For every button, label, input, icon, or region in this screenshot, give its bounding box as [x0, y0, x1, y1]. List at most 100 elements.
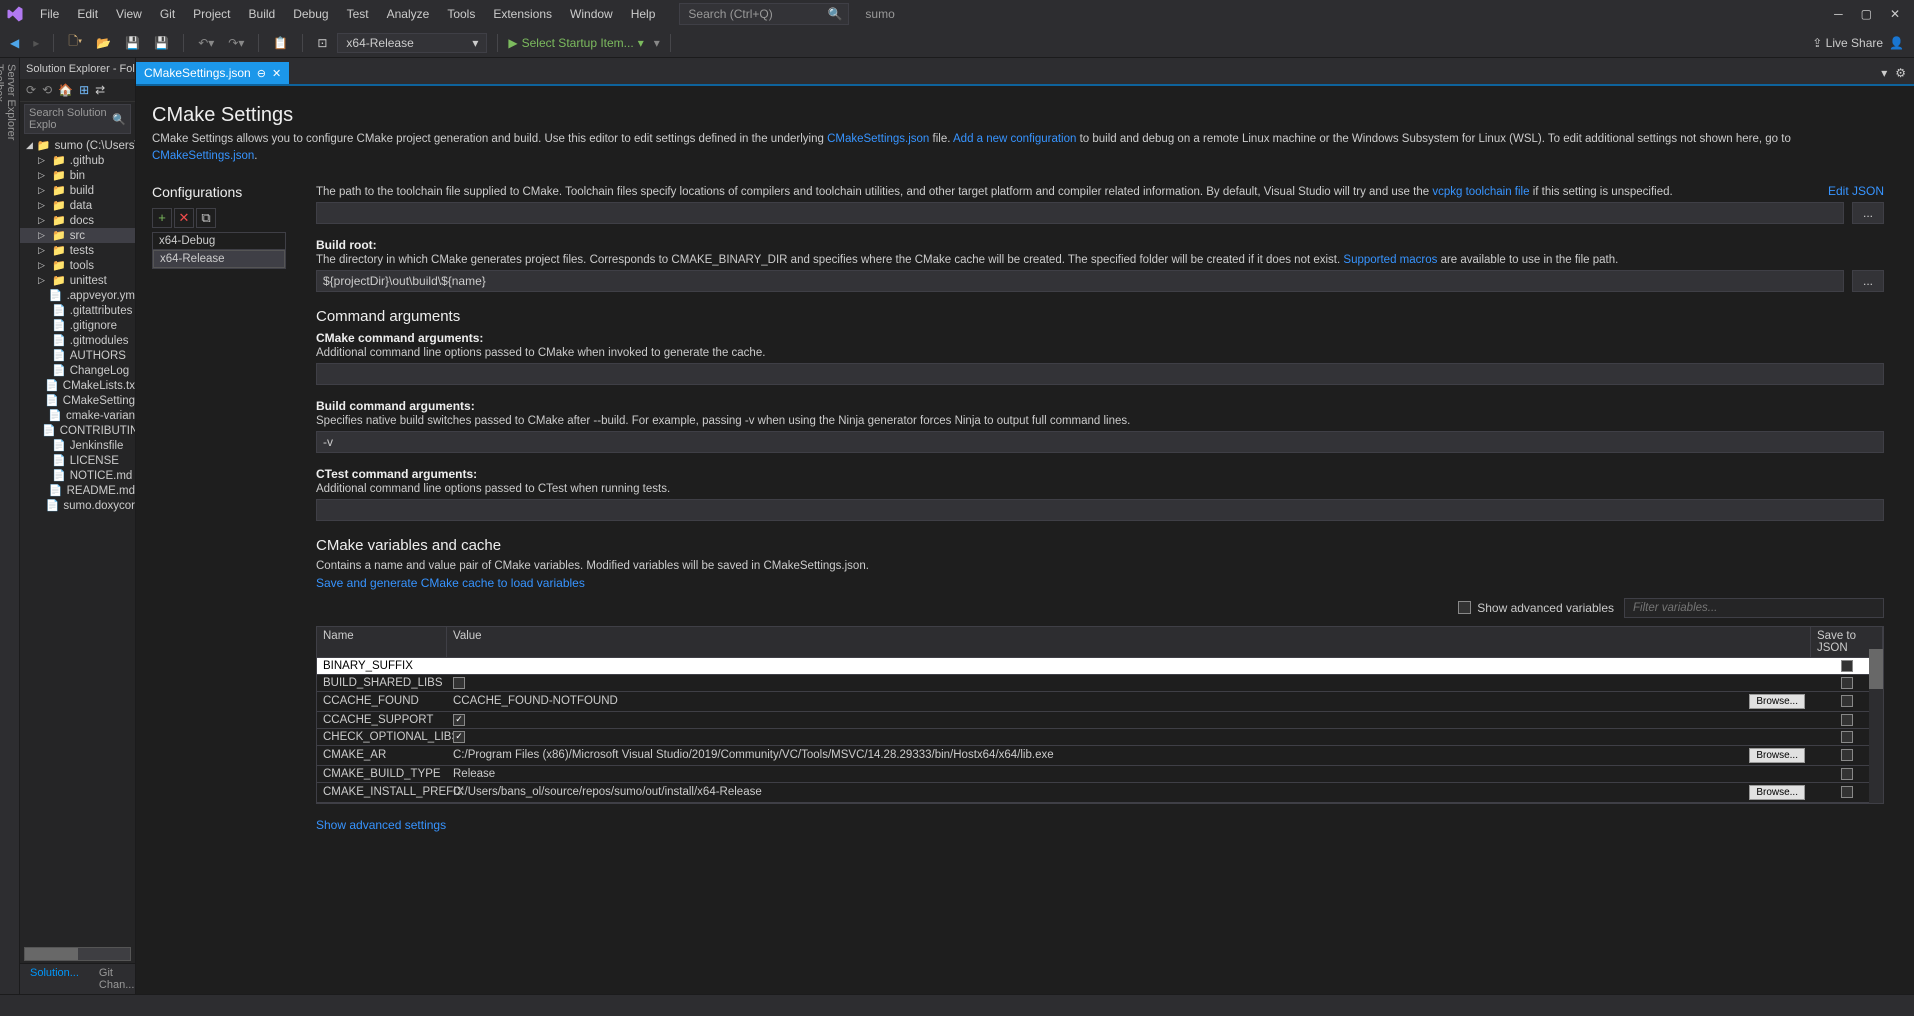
menu-edit[interactable]: Edit — [69, 3, 106, 25]
tree-item[interactable]: ▷📁data — [20, 198, 135, 213]
solution-tab[interactable]: Solution... — [20, 964, 89, 994]
tree-item[interactable]: 📄sumo.doxycor — [20, 498, 135, 513]
launch-button[interactable]: 📋 — [269, 34, 292, 52]
table-row[interactable]: BINARY_SUFFIX — [317, 658, 1883, 675]
menu-help[interactable]: Help — [623, 3, 664, 25]
menu-debug[interactable]: Debug — [285, 3, 336, 25]
edit-json-link[interactable]: Edit JSON — [1828, 184, 1884, 198]
value-checkbox[interactable] — [453, 714, 465, 726]
toolchain-input[interactable] — [316, 202, 1844, 224]
browse-button[interactable]: ... — [1852, 202, 1884, 224]
tree-item[interactable]: ◢📁sumo (C:\Users\b — [20, 138, 135, 153]
table-scrollbar[interactable] — [1869, 649, 1883, 803]
target-button[interactable]: ⊡ — [313, 34, 331, 52]
table-row[interactable]: BUILD_SHARED_LIBS — [317, 675, 1883, 692]
saveall-button[interactable]: 💾 — [150, 34, 173, 52]
editor-tab[interactable]: CMakeSettings.json ⊖ ✕ — [136, 62, 289, 84]
cmake-args-input[interactable] — [316, 363, 1884, 385]
tree-item[interactable]: 📄README.md — [20, 483, 135, 498]
minimize-icon[interactable]: ─ — [1834, 7, 1843, 21]
nav-fwd-button[interactable]: ▸ — [29, 34, 43, 52]
tree-item[interactable]: 📄LICENSE — [20, 453, 135, 468]
table-row[interactable]: CMAKE_BUILD_TYPERelease — [317, 766, 1883, 783]
pin-icon[interactable]: ⊖ — [257, 67, 266, 80]
save-checkbox[interactable] — [1841, 660, 1853, 672]
new-button[interactable]: 🗋▾ — [64, 30, 86, 55]
add-config-link[interactable]: Add a new configuration — [953, 133, 1076, 145]
tree-item[interactable]: 📄.gitmodules — [20, 333, 135, 348]
close-tab-icon[interactable]: ✕ — [272, 67, 281, 80]
account-icon[interactable]: 👤 — [1889, 36, 1904, 50]
table-row[interactable]: CCACHE_SUPPORT — [317, 712, 1883, 729]
menu-tools[interactable]: Tools — [439, 3, 483, 25]
cmakesettings-link[interactable]: CMakeSettings.json — [827, 133, 929, 145]
browse-button[interactable]: ... — [1852, 270, 1884, 292]
home2-icon[interactable]: 🏠 — [58, 83, 73, 97]
tree-item[interactable]: 📄.gitattributes — [20, 303, 135, 318]
tree-item[interactable]: ▷📁.github — [20, 153, 135, 168]
table-row[interactable]: CMAKE_INSTALL_PREFIXC:/Users/bans_ol/sou… — [317, 783, 1883, 803]
config-item[interactable]: x64-Release — [153, 250, 285, 268]
maximize-icon[interactable]: ▢ — [1861, 7, 1872, 21]
liveshare-button[interactable]: ⇪ Live Share — [1812, 36, 1883, 50]
save-checkbox[interactable] — [1841, 768, 1853, 780]
table-row[interactable]: CMAKE_ARC:/Program Files (x86)/Microsoft… — [317, 746, 1883, 766]
tree-item[interactable]: 📄.gitignore — [20, 318, 135, 333]
tree-item[interactable]: 📄CMakeSetting — [20, 393, 135, 408]
add-config-button[interactable]: + — [152, 208, 172, 228]
cmakesettings-link2[interactable]: CMakeSettings.json — [152, 150, 254, 162]
tree-item[interactable]: ▷📁unittest — [20, 273, 135, 288]
browse-button[interactable]: Browse... — [1749, 785, 1805, 800]
refresh-icon[interactable]: ⟲ — [42, 83, 52, 97]
menu-window[interactable]: Window — [562, 3, 621, 25]
show-advanced-checkbox[interactable]: Show advanced variables — [1458, 601, 1614, 615]
copy-config-button[interactable]: ⧉ — [196, 208, 216, 228]
tree-item[interactable]: ▷📁tests — [20, 243, 135, 258]
menu-view[interactable]: View — [108, 3, 150, 25]
save-checkbox[interactable] — [1841, 714, 1853, 726]
menu-analyze[interactable]: Analyze — [379, 3, 438, 25]
menu-project[interactable]: Project — [185, 3, 238, 25]
tree-item[interactable]: 📄CONTRIBUTIN — [20, 423, 135, 438]
git-changes-tab[interactable]: Git Chan... — [89, 964, 136, 994]
table-row[interactable]: CCACHE_FOUNDCCACHE_FOUND-NOTFOUNDBrowse.… — [317, 692, 1883, 712]
config-select[interactable]: x64-Release▾ — [337, 33, 487, 53]
show-advanced-link[interactable]: Show advanced settings — [316, 818, 446, 832]
menu-git[interactable]: Git — [152, 3, 183, 25]
vcpkg-link[interactable]: vcpkg toolchain file — [1432, 186, 1529, 198]
save-checkbox[interactable] — [1841, 677, 1853, 689]
open-button[interactable]: 📂 — [92, 34, 115, 52]
value-checkbox[interactable] — [453, 731, 465, 743]
macros-link[interactable]: Supported macros — [1343, 254, 1437, 266]
tree-item[interactable]: 📄ChangeLog — [20, 363, 135, 378]
tree-item[interactable]: 📄NOTICE.md — [20, 468, 135, 483]
toolbox-tab[interactable]: Toolbox — [0, 64, 5, 978]
menu-test[interactable]: Test — [339, 3, 377, 25]
search-input[interactable]: Search (Ctrl+Q) 🔍 — [679, 3, 849, 25]
tree-item[interactable]: 📄CMakeLists.tx — [20, 378, 135, 393]
tree-item[interactable]: ▷📁build — [20, 183, 135, 198]
collapse-icon[interactable]: ⊞ — [79, 83, 89, 97]
table-row[interactable]: CHECK_OPTIONAL_LIBS — [317, 729, 1883, 746]
ctest-args-input[interactable] — [316, 499, 1884, 521]
save-checkbox[interactable] — [1841, 786, 1853, 798]
h-scrollbar[interactable] — [24, 947, 131, 961]
save-checkbox[interactable] — [1841, 695, 1853, 707]
config-item[interactable]: x64-Debug — [153, 233, 285, 250]
menu-file[interactable]: File — [32, 3, 67, 25]
tree-item[interactable]: ▷📁docs — [20, 213, 135, 228]
browse-button[interactable]: Browse... — [1749, 694, 1805, 709]
value-checkbox[interactable] — [453, 677, 465, 689]
tree-item[interactable]: 📄cmake-varian — [20, 408, 135, 423]
close-icon[interactable]: ✕ — [1890, 7, 1900, 21]
nav-back-button[interactable]: ◀ — [6, 34, 23, 52]
tree-item[interactable]: ▷📁tools — [20, 258, 135, 273]
build-args-input[interactable] — [316, 431, 1884, 453]
startup-select[interactable]: ▶ Select Startup Item... ▾ — [508, 36, 643, 50]
tree-item[interactable]: 📄AUTHORS — [20, 348, 135, 363]
tree-item[interactable]: ▷📁bin — [20, 168, 135, 183]
sidebar-search[interactable]: Search Solution Explo🔍 — [24, 104, 131, 134]
save-checkbox[interactable] — [1841, 749, 1853, 761]
server-explorer-tab[interactable]: Server Explorer — [5, 64, 17, 978]
browse-button[interactable]: Browse... — [1749, 748, 1805, 763]
